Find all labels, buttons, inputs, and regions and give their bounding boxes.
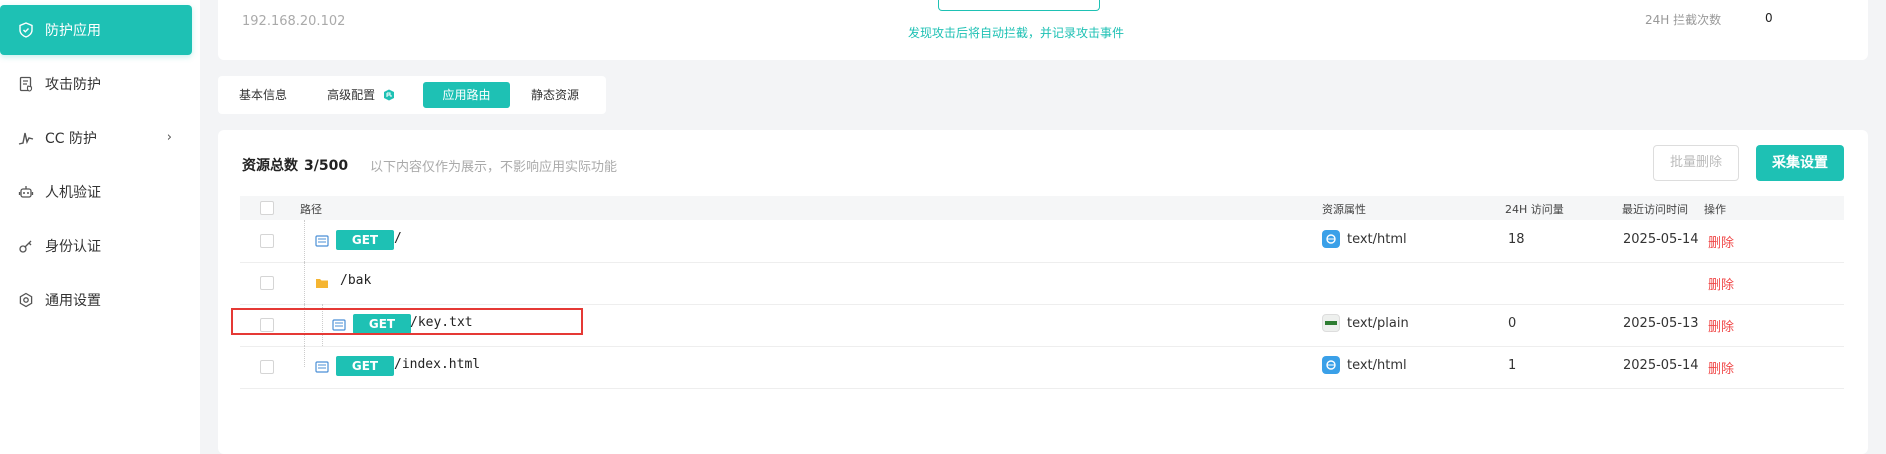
visit-count: 1 (1508, 358, 1517, 373)
resource-type: text/html (1347, 232, 1407, 247)
method-badge: GET (336, 356, 394, 376)
last-visit-date: 2025-05-14 (1623, 358, 1699, 373)
file-icon (315, 361, 329, 373)
delete-link[interactable]: 删除 (1708, 274, 1734, 293)
sidebar-item-label: CC 防护 (45, 131, 98, 147)
pulse-icon (17, 129, 35, 147)
tab-basic-info[interactable]: 基本信息 (228, 82, 298, 108)
header-path: 路径 (300, 203, 322, 216)
collect-settings-button[interactable]: 采集设置 (1756, 145, 1844, 181)
table-row: /bak 删除 (240, 262, 1844, 305)
shield-icon (17, 21, 35, 39)
table-row: GET /index.html text/html 1 2025-05-14 删… (240, 346, 1844, 389)
row-checkbox[interactable] (260, 276, 274, 290)
detail-tabs: 基本信息 高级配置 应用路由 静态资源 (218, 76, 606, 114)
resource-total-count: 3/500 (304, 158, 349, 174)
tab-static-resources[interactable]: 静态资源 (516, 82, 594, 108)
sidebar-item-label: 通用设置 (45, 293, 101, 309)
select-all-checkbox[interactable] (260, 201, 274, 215)
table-header: 路径 资源属性 24H 访问量 最近访问时间 操作 (240, 196, 1844, 220)
route-path: /index.html (394, 357, 481, 372)
file-icon (315, 235, 329, 247)
chevron-right-icon: › (166, 130, 172, 145)
annotation-highlight-box (231, 308, 583, 335)
row-checkbox[interactable] (260, 234, 274, 248)
row-checkbox[interactable] (260, 360, 274, 374)
tree-guide-line (304, 262, 305, 304)
robot-icon (17, 183, 35, 201)
sidebar: 防护应用 攻击防护 CC 防护 › 人机验证 身份认证 通用设置 (0, 0, 200, 454)
resource-total-label: 资源总数 (242, 158, 298, 174)
block-count-label: 24H 拦截次数 (1645, 13, 1722, 27)
tab-label: 基本信息 (238, 88, 287, 102)
sidebar-item-cc-protection[interactable]: CC 防护 › (0, 113, 192, 163)
header-action: 操作 (1704, 203, 1726, 216)
text-file-icon (1322, 314, 1340, 332)
sidebar-item-general-settings[interactable]: 通用设置 (0, 275, 192, 325)
auto-block-note: 发现攻击后将自动拦截，并记录攻击事件 (908, 26, 1125, 40)
table-row: GET / text/html 18 2025-05-14 删除 (240, 220, 1844, 263)
tab-app-routes[interactable]: 应用路由 (423, 82, 510, 108)
html-file-icon (1322, 230, 1340, 248)
tab-label: 静态资源 (530, 88, 579, 102)
sidebar-item-label: 身份认证 (45, 239, 101, 255)
batch-delete-button[interactable]: 批量删除 (1653, 145, 1739, 181)
header-last-visit: 最近访问时间 (1622, 203, 1688, 216)
delete-link[interactable]: 删除 (1708, 316, 1734, 335)
pro-badge-icon (383, 84, 395, 101)
delete-link[interactable]: 删除 (1708, 232, 1734, 251)
route-path: /bak (340, 273, 372, 288)
route-path: / (394, 231, 402, 246)
gear-icon (17, 291, 35, 309)
tree-guide-line (304, 346, 305, 367)
document-shield-icon (17, 75, 35, 93)
last-visit-date: 2025-05-14 (1623, 232, 1699, 247)
header-24h-visits: 24H 访问量 (1505, 203, 1564, 216)
sidebar-item-protected-apps[interactable]: 防护应用 (0, 5, 192, 55)
block-count-value: 0 (1765, 11, 1773, 25)
header-resource-attr: 资源属性 (1322, 203, 1366, 216)
tab-label: 应用路由 (442, 88, 491, 102)
sidebar-item-label: 人机验证 (45, 185, 101, 201)
tab-advanced-config[interactable]: 高级配置 (306, 82, 416, 108)
tree-guide-line (304, 220, 305, 262)
visit-count: 18 (1508, 232, 1525, 247)
last-visit-date: 2025-05-13 (1623, 316, 1699, 331)
tab-label: 高级配置 (327, 88, 376, 102)
key-icon (17, 237, 35, 255)
sidebar-item-attack-protection[interactable]: 攻击防护 (0, 59, 192, 109)
method-badge: GET (336, 230, 394, 250)
app-ip-address: 192.168.20.102 (242, 14, 346, 29)
resource-total: 资源总数 3/500 (242, 155, 348, 175)
display-only-hint: 以下内容仅作为展示，不影响应用实际功能 (370, 160, 618, 175)
sidebar-item-identity-auth[interactable]: 身份认证 (0, 221, 192, 271)
visit-count: 0 (1508, 316, 1517, 331)
folder-icon (315, 277, 329, 289)
sidebar-item-captcha[interactable]: 人机验证 (0, 167, 192, 217)
html-file-icon (1322, 356, 1340, 374)
sidebar-item-label: 防护应用 (45, 23, 101, 39)
status-button-outline[interactable] (938, 0, 1100, 11)
resource-type: text/html (1347, 358, 1407, 373)
sidebar-item-label: 攻击防护 (45, 77, 101, 93)
app-summary-card: 192.168.20.102 发现攻击后将自动拦截，并记录攻击事件 24H 拦截… (218, 0, 1868, 60)
resource-type: text/plain (1347, 316, 1409, 331)
delete-link[interactable]: 删除 (1708, 358, 1734, 377)
routes-card: 资源总数 3/500 以下内容仅作为展示，不影响应用实际功能 批量删除 采集设置 … (218, 130, 1868, 454)
